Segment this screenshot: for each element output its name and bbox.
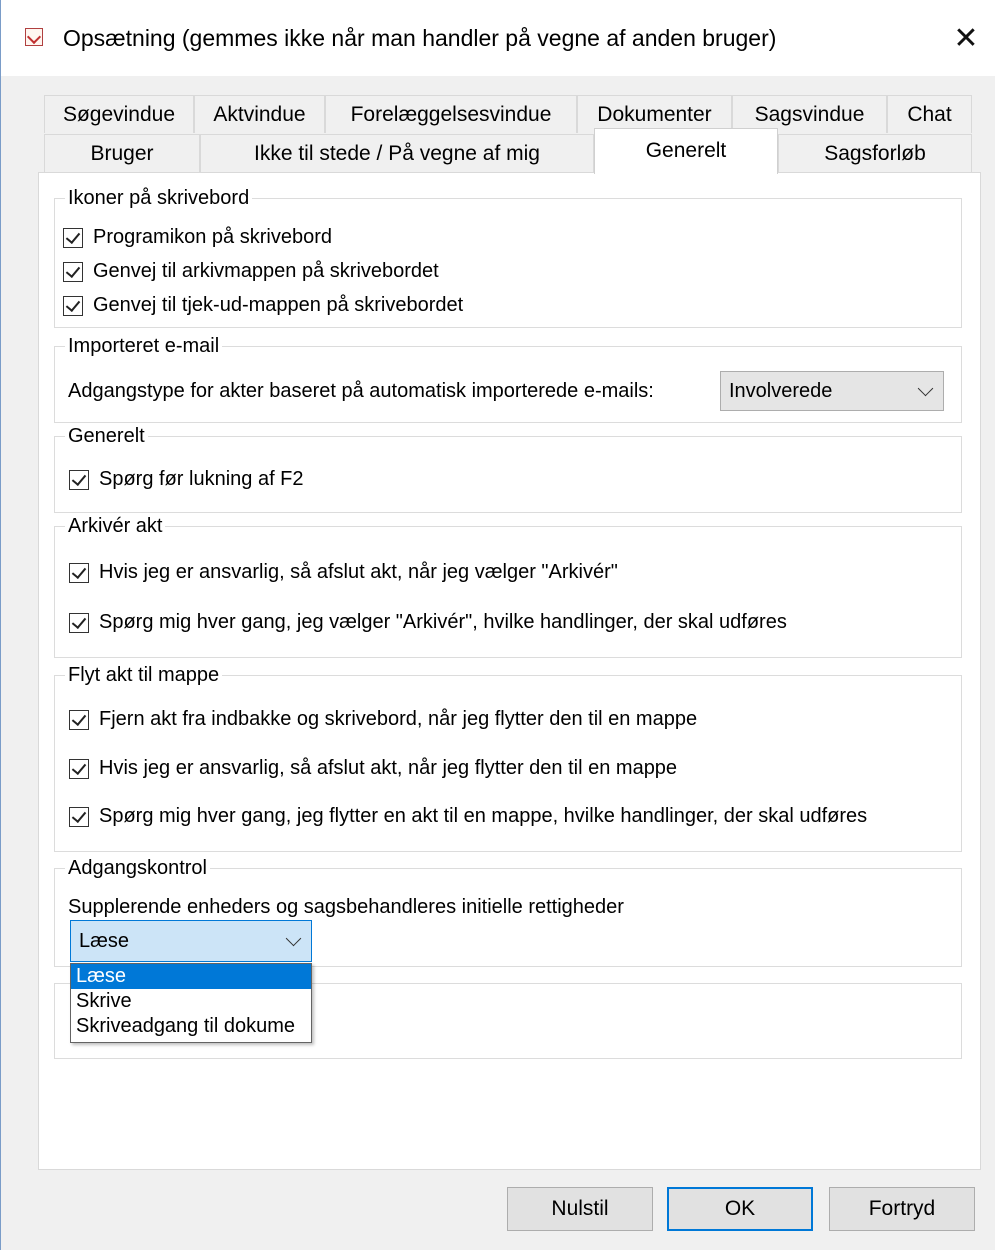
title-bar: Opsætning (gemmes ikke når man handler p… (1, 0, 995, 76)
group-imported-email-legend: Importeret e-mail (68, 335, 220, 357)
select-value: Involverede (729, 379, 833, 402)
dropdown-option-skrive[interactable]: Skrive (71, 989, 311, 1014)
settings-dialog: Opsætning (gemmes ikke når man handler p… (0, 0, 995, 1250)
checkbox-archive-ask[interactable]: Spørg mig hver gang, jeg vælger "Arkivér… (69, 611, 787, 634)
access-rights-dropdown-list: Læse Skrive Skriveadgang til dokume (70, 963, 312, 1043)
tab-sagsforloeb[interactable]: Sagsforløb (778, 134, 972, 172)
checkbox-label: Spørg mig hver gang, jeg flytter en akt … (99, 805, 868, 827)
dropdown-option-skriveadgang[interactable]: Skriveadgang til dokume (71, 1014, 311, 1039)
checkbox-move-ask[interactable]: Spørg mig hver gang, jeg flytter en akt … (69, 805, 867, 828)
group-desktop-icons-legend: Ikoner på skrivebord (68, 187, 250, 209)
tab-chat[interactable]: Chat (887, 95, 972, 133)
ok-button[interactable]: OK (667, 1187, 813, 1231)
cancel-button[interactable]: Fortryd (829, 1187, 975, 1231)
checkbox-move-close[interactable]: Hvis jeg er ansvarlig, så afslut akt, nå… (69, 757, 677, 780)
select-value: Læse (79, 929, 130, 952)
checkbox-checked-icon[interactable] (69, 469, 89, 490)
checkbox-label: Fjern akt fra indbakke og skrivebord, nå… (99, 708, 698, 730)
checkbox-archive-shortcut[interactable]: Genvej til arkivmappen på skrivebordet (63, 260, 439, 283)
group-archive: Arkivér akt (54, 515, 962, 658)
chevron-down-icon (285, 930, 302, 947)
group-access-legend: Adgangskontrol (68, 857, 207, 879)
imported-email-access-label: Adgangstype for akter baseret på automat… (68, 380, 654, 402)
close-button[interactable]: ✕ (937, 12, 995, 66)
checkbox-label: Genvej til arkivmappen på skrivebordet (93, 260, 439, 282)
checkbox-checked-icon[interactable] (69, 612, 89, 633)
checkbox-label: Genvej til tjek-ud-mappen på skriveborde… (93, 294, 464, 316)
checkbox-label: Spørg før lukning af F2 (99, 468, 304, 490)
checkbox-checked-icon[interactable] (69, 709, 89, 730)
checkbox-program-icon[interactable]: Programikon på skrivebord (63, 226, 332, 249)
checkbox-checked-icon[interactable] (63, 227, 83, 248)
checkbox-move-remove[interactable]: Fjern akt fra indbakke og skrivebord, nå… (69, 708, 697, 731)
checkbox-checked-icon[interactable] (69, 562, 89, 583)
tab-ikke-til-stede[interactable]: Ikke til stede / På vegne af mig (200, 134, 594, 172)
access-rights-select[interactable]: Læse (70, 920, 312, 962)
imported-email-access-select[interactable]: Involverede (720, 371, 944, 411)
tab-soegevindue[interactable]: Søgevindue (44, 95, 194, 133)
checkbox-label: Spørg mig hver gang, jeg vælger "Arkivér… (99, 611, 787, 633)
tab-bruger[interactable]: Bruger (44, 134, 200, 172)
dropdown-option-laese[interactable]: Læse (71, 964, 311, 989)
app-icon (25, 28, 43, 46)
reset-button[interactable]: Nulstil (507, 1187, 653, 1231)
checkbox-ask-before-close[interactable]: Spørg før lukning af F2 (69, 468, 304, 491)
checkbox-label: Hvis jeg er ansvarlig, så afslut akt, nå… (99, 757, 678, 779)
checkbox-checked-icon[interactable] (69, 758, 89, 779)
group-general-legend: Generelt (68, 425, 145, 447)
tab-forelaeggelsesvindue[interactable]: Forelæggelsesvindue (325, 95, 577, 133)
checkbox-label: Hvis jeg er ansvarlig, så afslut akt, nå… (99, 561, 618, 583)
checkbox-checked-icon[interactable] (69, 806, 89, 827)
checkbox-checked-icon[interactable] (63, 295, 83, 316)
window-title: Opsætning (gemmes ikke når man handler p… (63, 25, 777, 51)
checkbox-label: Programikon på skrivebord (93, 226, 332, 248)
tab-aktvindue[interactable]: Aktvindue (194, 95, 325, 133)
tab-generelt[interactable]: Generelt (594, 128, 778, 174)
access-rights-label: Supplerende enheders og sagsbehandleres … (68, 896, 624, 918)
checkbox-archive-close[interactable]: Hvis jeg er ansvarlig, så afslut akt, nå… (69, 561, 618, 584)
checkbox-checked-icon[interactable] (63, 261, 83, 282)
checkbox-checkout-shortcut[interactable]: Genvej til tjek-ud-mappen på skriveborde… (63, 294, 463, 317)
chevron-down-icon (917, 380, 934, 397)
group-archive-legend: Arkivér akt (68, 515, 163, 537)
group-move-legend: Flyt akt til mappe (68, 664, 220, 686)
